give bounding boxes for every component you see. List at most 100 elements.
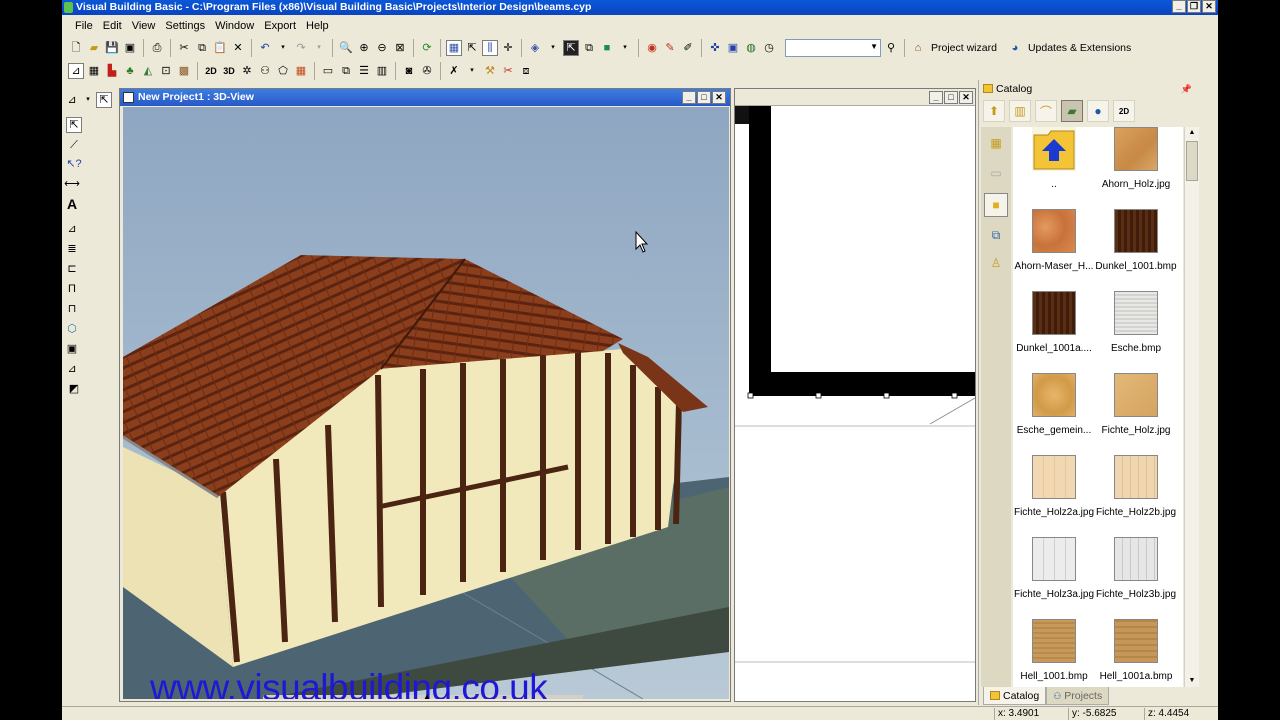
- window-tile-h-icon[interactable]: ☰: [356, 63, 372, 79]
- menu-export[interactable]: Export: [259, 20, 301, 32]
- sign-icon[interactable]: ⊡: [158, 63, 174, 79]
- room-icon[interactable]: ⬠: [275, 63, 291, 79]
- undo-icon[interactable]: ↶: [257, 40, 273, 56]
- line-tool-icon[interactable]: ⟋: [66, 137, 82, 153]
- library-icon[interactable]: ▥: [1009, 100, 1031, 122]
- frame-icon[interactable]: ▣: [725, 40, 741, 56]
- draw-wall-dropdown-icon[interactable]: ▾: [80, 92, 96, 108]
- list-item[interactable]: Fichte_Holz3a.jpg: [1013, 537, 1095, 617]
- color-dropdown-icon[interactable]: ▾: [617, 40, 633, 56]
- menu-file[interactable]: File: [70, 20, 98, 32]
- view-3d-icon[interactable]: 3D: [221, 63, 237, 79]
- redo-dropdown-icon[interactable]: ▾: [311, 40, 327, 56]
- paint-icon[interactable]: ◉: [644, 40, 660, 56]
- restore-button[interactable]: ❐: [1187, 0, 1201, 13]
- zoom-fit-icon[interactable]: ⊠: [392, 40, 408, 56]
- pin-icon[interactable]: 📌: [1181, 80, 1192, 98]
- floor-icon[interactable]: ⊿: [64, 361, 80, 377]
- snap-lines-icon[interactable]: ⫼: [482, 40, 498, 56]
- list-item[interactable]: Dunkel_1001.bmp: [1095, 209, 1177, 289]
- film-icon[interactable]: ✇: [419, 63, 435, 79]
- symbols-2d-icon[interactable]: 2D: [1113, 100, 1135, 122]
- tools-icon[interactable]: ✗: [446, 63, 462, 79]
- user-search-icon[interactable]: ⚲: [883, 40, 899, 56]
- category-folder-icon[interactable]: ▦: [984, 131, 1008, 155]
- globe-icon[interactable]: ◍: [743, 40, 759, 56]
- list-item[interactable]: Fichte_Holz3b.jpg: [1095, 537, 1177, 617]
- list-item[interactable]: Ahorn_Holz.jpg: [1095, 127, 1177, 207]
- category-objects-icon[interactable]: ⧉: [984, 223, 1008, 247]
- cube-dropdown-icon[interactable]: ▾: [545, 40, 561, 56]
- menu-window[interactable]: Window: [210, 20, 259, 32]
- view-cursor-icon[interactable]: ⇱: [563, 40, 579, 56]
- select-icon[interactable]: ⇱: [464, 40, 480, 56]
- red-block-icon[interactable]: ▙: [104, 63, 120, 79]
- measure-icon[interactable]: ✜: [707, 40, 723, 56]
- cross-tools-icon[interactable]: ✂: [500, 63, 516, 79]
- clock-icon[interactable]: ◷: [761, 40, 777, 56]
- beam-icon[interactable]: ≣: [64, 241, 80, 257]
- list-item[interactable]: Hell_1001a.bmp: [1095, 619, 1177, 687]
- list-item[interactable]: Ahorn-Maser_H...: [1013, 209, 1095, 289]
- cube-3d-icon[interactable]: ◈: [527, 40, 543, 56]
- view-3d-minimize-button[interactable]: _: [682, 91, 696, 104]
- tree-icon[interactable]: ♣: [122, 63, 138, 79]
- wall-tool-icon[interactable]: ⊿: [68, 63, 84, 79]
- wand-icon[interactable]: ⚒: [482, 63, 498, 79]
- redo-icon[interactable]: ↷: [293, 40, 309, 56]
- wall-3d-icon[interactable]: ◩: [66, 381, 82, 397]
- layers-icon[interactable]: ⧉: [581, 40, 597, 56]
- print-icon[interactable]: ⎙: [149, 40, 165, 56]
- list-item[interactable]: Fichte_Holz2a.jpg: [1013, 455, 1095, 535]
- door-icon[interactable]: ⊓: [64, 301, 80, 317]
- screenshot-icon[interactable]: ◙: [401, 63, 417, 79]
- plan-maximize-button[interactable]: □: [944, 91, 958, 104]
- select-tool-icon[interactable]: ⇱: [66, 117, 82, 133]
- plan-wall-vertical[interactable]: [749, 106, 771, 396]
- list-item[interactable]: Esche.bmp: [1095, 291, 1177, 371]
- tab-projects[interactable]: ⚇ Projects: [1046, 687, 1110, 705]
- textures-icon[interactable]: ▰: [1061, 100, 1083, 122]
- scroll-down-icon[interactable]: ▼: [1186, 675, 1198, 687]
- viewport-3d[interactable]: www.visualbuilding.co.uk ▲: [123, 107, 729, 699]
- window-tool-icon[interactable]: ▣: [64, 341, 80, 357]
- view-combo[interactable]: [785, 39, 881, 57]
- grid-icon[interactable]: ▦: [446, 40, 462, 56]
- terrain-icon[interactable]: ◭: [140, 63, 156, 79]
- scroll-indicator-icon[interactable]: ▲: [423, 692, 431, 699]
- dimension-icon[interactable]: ⟷: [64, 176, 80, 192]
- refresh-icon[interactable]: ⟳: [419, 40, 435, 56]
- cut-icon[interactable]: ✂: [176, 40, 192, 56]
- folder-up-icon[interactable]: ⬆: [983, 100, 1005, 122]
- view-3d-maximize-button[interactable]: □: [697, 91, 711, 104]
- color-icon[interactable]: ■: [599, 40, 615, 56]
- zoom-in-icon[interactable]: ⊕: [356, 40, 372, 56]
- save-all-icon[interactable]: ▣: [122, 40, 138, 56]
- pointer-tool-icon[interactable]: ⇱: [96, 92, 112, 108]
- window-cascade-icon[interactable]: ⧉: [338, 63, 354, 79]
- zoom-icon[interactable]: 🔍: [338, 40, 354, 56]
- plan-wall-horizontal[interactable]: [749, 372, 975, 396]
- list-item[interactable]: Hell_1001.bmp: [1013, 619, 1095, 687]
- menu-view[interactable]: View: [127, 20, 161, 32]
- menu-settings[interactable]: Settings: [160, 20, 210, 32]
- material-icon[interactable]: ✎: [662, 40, 678, 56]
- color-grid-icon[interactable]: ▦: [293, 63, 309, 79]
- tab-catalog[interactable]: Catalog: [983, 687, 1047, 705]
- texture-icon[interactable]: ▩: [176, 63, 192, 79]
- window-single-icon[interactable]: ▭: [320, 63, 336, 79]
- plan-canvas[interactable]: [735, 106, 976, 701]
- view-2d-icon[interactable]: 2D: [203, 63, 219, 79]
- updates-globe-icon[interactable]: ◕: [1007, 40, 1023, 56]
- stairs-icon[interactable]: ⊿: [64, 221, 80, 237]
- new-file-icon[interactable]: 🗋: [68, 40, 84, 56]
- list-item[interactable]: Dunkel_1001a....: [1013, 291, 1095, 371]
- copy-icon[interactable]: ⧉: [194, 40, 210, 56]
- walk-icon[interactable]: ⚇: [257, 63, 273, 79]
- scroll-thumb[interactable]: [1186, 141, 1198, 181]
- brush-icon[interactable]: ✐: [680, 40, 696, 56]
- zoom-out-icon[interactable]: ⊖: [374, 40, 390, 56]
- window-tile-v-icon[interactable]: ▥: [374, 63, 390, 79]
- category-empty-icon[interactable]: ▭: [984, 161, 1008, 185]
- scroll-up-icon[interactable]: ▲: [1186, 127, 1198, 139]
